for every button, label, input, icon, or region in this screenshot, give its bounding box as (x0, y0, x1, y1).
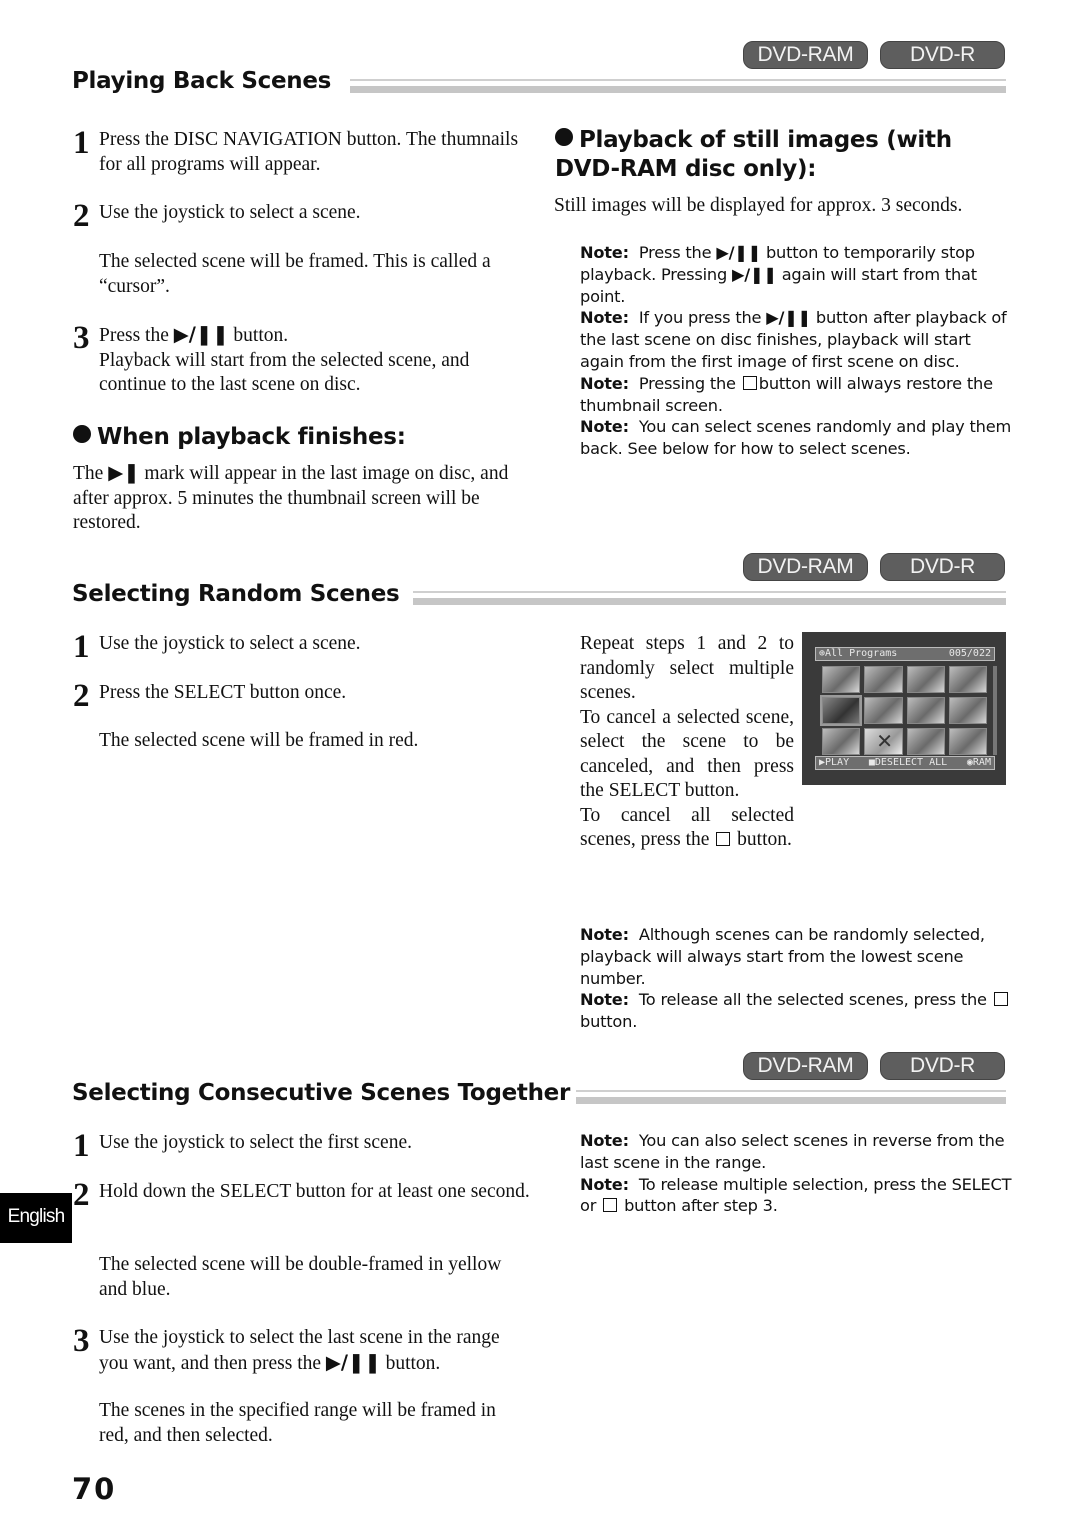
thumbnail (864, 697, 903, 724)
thumbnail (822, 728, 861, 755)
random-side-text: Repeat steps 1 and 2 to randomly select … (580, 633, 794, 850)
play-pause-icon: ▶/❚❚ (716, 243, 762, 262)
step-number: 1 (73, 125, 90, 161)
thumbnail-selected (819, 695, 863, 726)
step-3-detail: The scenes in the specified range will b… (99, 1400, 496, 1446)
note: Note: Pressing the button will always res… (580, 373, 993, 415)
step-number: 1 (73, 1128, 90, 1164)
step-text: Use the joystick to select a scene. (99, 633, 361, 654)
step-text: Press the DISC NAVIGATION button. The th… (99, 129, 519, 175)
finish-text: The ▶❚ mark will appear in the last imag… (73, 461, 509, 533)
step-number: 3 (73, 320, 90, 356)
notes-random: Note: Although scenes can be randomly sel… (580, 924, 1012, 1033)
step-2: 2 Use the joystick to select a scene. (73, 199, 533, 233)
bullet-icon (73, 425, 91, 443)
note: Note: You can also select scenes in rever… (580, 1131, 1005, 1172)
step-number: 3 (73, 1323, 90, 1359)
stop-icon (993, 992, 1008, 1007)
screen-header: ⊕All Programs 005/022 (815, 647, 995, 661)
camera-screen-thumbnail: ⊕All Programs 005/022 ▶PLAY ■DESELECT AL… (802, 632, 1006, 785)
step-2-detail: The selected scene will be framed. This … (99, 251, 491, 297)
note: Note: To release all the selected scenes,… (580, 989, 1012, 1033)
dvd-ram-badge: DVD-RAM (743, 41, 868, 69)
note: Note: Press the ▶/❚❚ button to temporaril… (580, 243, 977, 306)
step-text: Use the joystick to select a scene. (99, 202, 361, 223)
step-text: Hold down the SELECT button for at least… (99, 1181, 530, 1202)
section-rule (576, 1090, 1006, 1104)
section-title-random: Selecting Random Scenes (72, 581, 400, 607)
thumbnail (906, 666, 945, 693)
bullet-icon (555, 128, 573, 146)
play-pause-icon: ▶/❚❚ (325, 1350, 381, 1374)
notes-consecutive: Note: You can also select scenes in rever… (580, 1130, 1012, 1217)
step-text: Press the ▶/❚❚ button. Playback will sta… (99, 323, 470, 395)
thumbnail (822, 666, 861, 693)
still-images-heading: Playback of still images (with DVD-RAM d… (555, 127, 952, 182)
thumbnail-grid (819, 666, 987, 755)
thumbnail (948, 728, 987, 755)
stop-icon (716, 832, 731, 846)
step-3: 3 Use the joystick to select the last sc… (73, 1323, 533, 1376)
step-1: 1 Press the DISC NAVIGATION button. The … (73, 125, 533, 177)
step-number: 2 (73, 1177, 90, 1213)
thumbnail (948, 666, 987, 693)
dvd-ram-badge: DVD-RAM (743, 553, 868, 581)
dvd-r-badge: DVD-R (880, 41, 1005, 69)
step-number: 1 (73, 629, 90, 665)
screen-scrollbar (993, 666, 997, 755)
thumbnail (948, 697, 987, 724)
screen-footer: ▶PLAY ■DESELECT ALL ◉RAM (815, 756, 995, 770)
stop-icon (742, 375, 757, 390)
dvd-r-badge: DVD-R (880, 1052, 1005, 1080)
section-title-consecutive: Selecting Consecutive Scenes Together (72, 1080, 571, 1106)
language-tab: English (0, 1193, 72, 1243)
play-pause-icon: ▶/❚❚ (766, 308, 811, 328)
step-text: Use the joystick to select the first sce… (99, 1132, 412, 1153)
disc-type-badges: DVD-RAM DVD-R (743, 41, 1005, 69)
play-pause-icon: ▶/❚❚ (173, 323, 229, 346)
thumbnail (864, 666, 903, 693)
step-text: Press the SELECT button once. (99, 682, 347, 703)
step-number: 2 (73, 678, 90, 714)
dvd-ram-badge: DVD-RAM (743, 1052, 868, 1080)
step-1: 1 Use the joystick to select the first s… (73, 1129, 533, 1163)
step-2: 2 Press the SELECT button once. (73, 679, 533, 713)
note: Note: You can select scenes randomly and … (580, 417, 1012, 459)
note: Note: Although scenes can be randomly sel… (580, 925, 985, 988)
play-pause-icon: ▶/❚❚ (732, 264, 777, 284)
step-2-detail: The selected scene will be double-framed… (99, 1254, 502, 1300)
step-2: 2 Hold down the SELECT button for at lea… (73, 1178, 533, 1212)
thumbnail-deleted (864, 728, 903, 755)
thumbnail (906, 728, 945, 755)
still-images-text: Still images will be displayed for appro… (554, 195, 963, 216)
step-1: 1 Use the joystick to select a scene. (73, 630, 533, 664)
when-playback-finishes-heading: When playback finishes: (73, 423, 406, 452)
thumbnail (906, 697, 945, 724)
section-title-playing-back: Playing Back Scenes (72, 68, 332, 94)
page-number: 70 (72, 1472, 117, 1506)
section-rule (413, 591, 1006, 605)
note: Note: If you press the ▶/❚❚ button after … (580, 308, 1007, 371)
note: Note: To release multiple selection, pres… (580, 1174, 1012, 1216)
disc-type-badges: DVD-RAM DVD-R (743, 1052, 1005, 1080)
stop-icon (603, 1198, 618, 1213)
disc-type-badges: DVD-RAM DVD-R (743, 553, 1005, 581)
end-mark-icon: ▶❚ (108, 461, 140, 484)
step-2-detail: The selected scene will be framed in red… (99, 730, 419, 751)
dvd-r-badge: DVD-R (880, 553, 1005, 581)
step-number: 2 (73, 198, 90, 234)
step-text: Use the joystick to select the last scen… (99, 1327, 500, 1374)
section-rule (350, 79, 1006, 93)
step-3: 3 Press the ▶/❚❚ button. Playback will s… (73, 320, 533, 398)
notes-playing-back: Note: Press the ▶/❚❚ button to temporaril… (580, 242, 1012, 460)
